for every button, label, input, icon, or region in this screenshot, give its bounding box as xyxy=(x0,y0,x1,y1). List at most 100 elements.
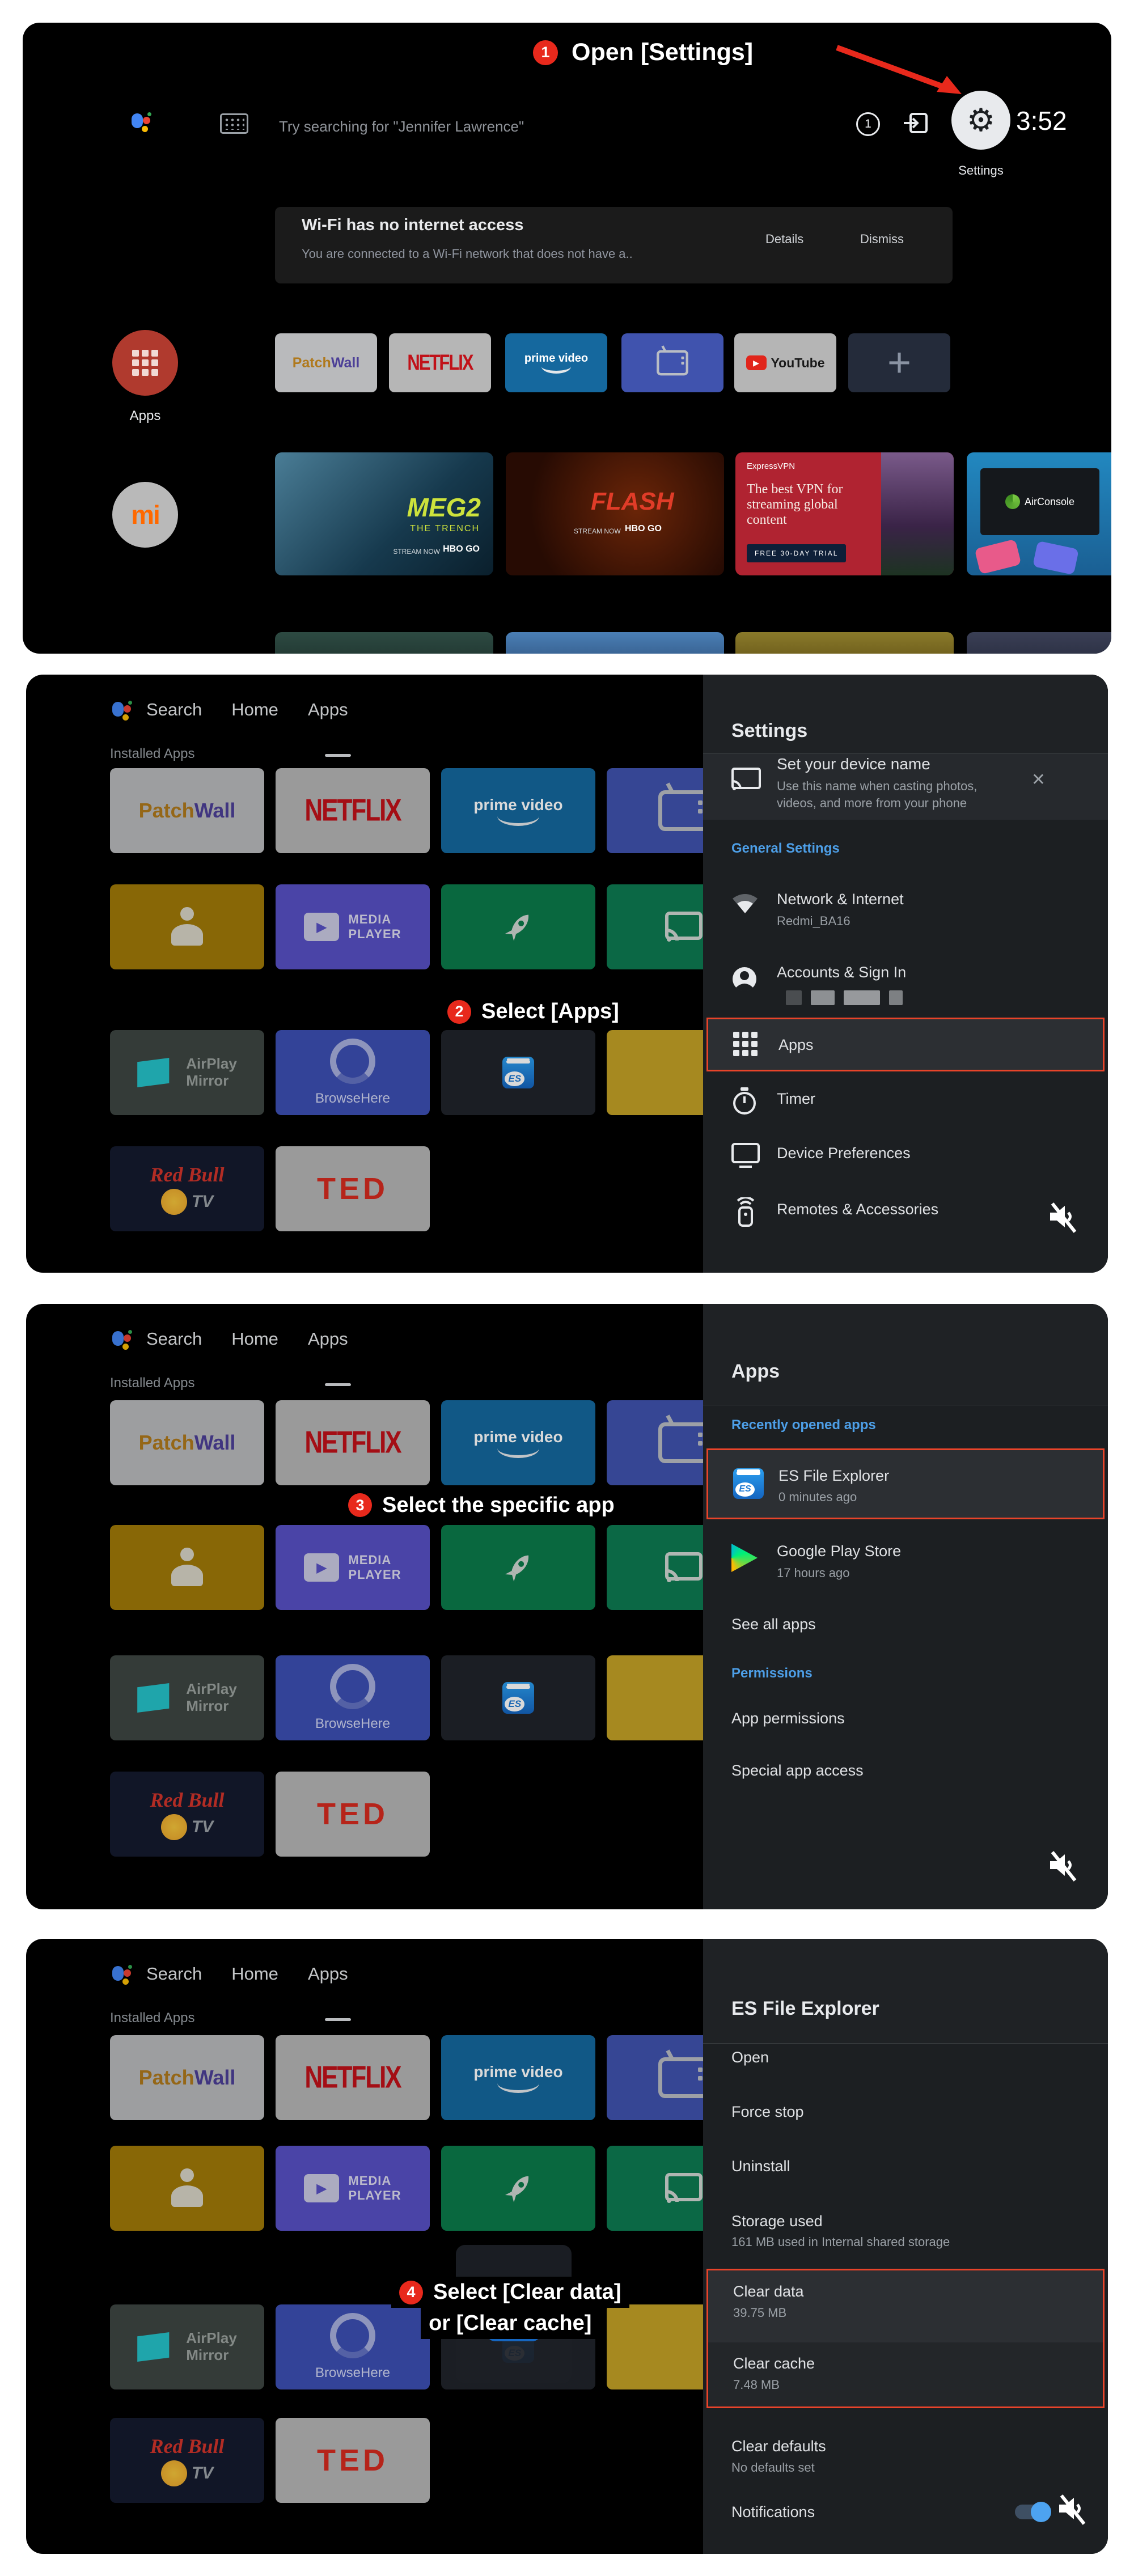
app-tile-netflix[interactable]: NETFLIX xyxy=(276,768,430,853)
app-tile-rocket[interactable] xyxy=(441,884,595,969)
app-tile-airplay[interactable]: AirPlayMirror xyxy=(110,2304,264,2389)
sidebar-item-device-preferences[interactable]: Device Preferences xyxy=(777,1145,911,1162)
banner-flash[interactable]: FLASH STREAM NOW HBO GO xyxy=(506,452,724,575)
gamepad-blue xyxy=(1033,541,1079,575)
step-3-badge: 3 xyxy=(348,1493,372,1517)
card-desc-2: videos, and more from your phone xyxy=(777,796,967,811)
app-tile-rocket[interactable] xyxy=(441,1525,595,1610)
general-settings-section: General Settings xyxy=(731,841,840,857)
app-tile-person[interactable] xyxy=(110,884,264,969)
app-tile-ted[interactable]: TED xyxy=(276,1772,430,1857)
close-icon[interactable]: ✕ xyxy=(1031,770,1046,790)
app-tile-patchwall[interactable]: PatchWall xyxy=(110,1400,264,1485)
mi-channel-button[interactable]: mi xyxy=(112,482,178,548)
sidebar-item-see-all-apps[interactable]: See all apps xyxy=(731,1616,816,1633)
redbull-sun-icon xyxy=(161,2460,187,2486)
app-tile-airplay[interactable]: AirPlayMirror xyxy=(110,1030,264,1115)
app-tile-redbull[interactable]: Red BullTV xyxy=(110,2418,264,2503)
remote-icon xyxy=(736,1197,755,1227)
tv-icon xyxy=(658,2057,709,2098)
app-tile-person[interactable] xyxy=(110,1525,264,1610)
app-tile-netflix[interactable]: NETFLIX xyxy=(276,2035,430,2120)
app-tile-browsehere[interactable]: BrowseHere xyxy=(276,1030,430,1115)
app-tile-prime[interactable]: prime video xyxy=(441,1400,595,1485)
app-tile-media[interactable]: ▶MEDIAPLAYER xyxy=(276,1525,430,1610)
app-tile-airplay[interactable]: AirPlayMirror xyxy=(110,1655,264,1740)
sidebar-item-clear-data[interactable]: Clear data 39.75 MB xyxy=(708,2270,1103,2342)
sidebar-title: ES File Explorer xyxy=(731,1998,879,2020)
app-tile-netflix[interactable]: NETFLIX xyxy=(389,333,491,392)
app-tile-plus[interactable]: + xyxy=(848,333,950,392)
app-tile-media[interactable]: ▶MEDIAPLAYER xyxy=(276,2146,430,2231)
clear-data-cache-highlight: Clear data 39.75 MB Clear cache 7.48 MB xyxy=(706,2269,1105,2408)
app-tile-es[interactable]: ES xyxy=(441,1030,595,1115)
hbo-go-logo: HBO GO xyxy=(443,544,480,554)
sidebar-item-clear-cache[interactable]: Clear cache 7.48 MB xyxy=(708,2342,1103,2406)
recently-opened-section: Recently opened apps xyxy=(731,1417,876,1433)
sidebar-item-remotes[interactable]: Remotes & Accessories xyxy=(777,1201,938,1218)
sidebar-item-network[interactable]: Network & Internet xyxy=(777,891,904,908)
folder-play-icon: ▶ xyxy=(304,913,339,941)
notifications-toggle[interactable] xyxy=(1015,2505,1049,2519)
card-desc-1: Use this name when casting photos, xyxy=(777,779,977,794)
sidebar-item-es-file-explorer[interactable]: ES ES File Explorer 0 minutes ago xyxy=(706,1448,1105,1519)
sidebar-item-uninstall[interactable]: Uninstall xyxy=(731,2158,790,2175)
prime-smile-icon xyxy=(497,1446,539,1458)
sidebar-item-notifications[interactable]: Notifications xyxy=(731,2503,815,2521)
person-icon xyxy=(165,907,209,947)
play-store-subtitle: 17 hours ago xyxy=(777,1566,849,1581)
browsehere-icon xyxy=(330,1039,375,1084)
folder-play-icon: ▶ xyxy=(304,1553,339,1582)
app-tile-tv[interactable] xyxy=(621,333,723,392)
sidebar-header: Apps xyxy=(703,1304,1108,1405)
panel-home-screen: 1 Open [Settings] Try searching for "Jen… xyxy=(23,23,1111,654)
app-tile-es[interactable]: ES xyxy=(441,1655,595,1740)
wifi-icon xyxy=(731,893,759,916)
sidebar-item-apps-highlight[interactable]: Apps xyxy=(706,1018,1105,1071)
sidebar-item-play-store[interactable]: Google Play Store xyxy=(777,1543,901,1560)
sidebar-item-storage-used[interactable]: Storage used xyxy=(731,2213,823,2230)
tutorial-page: 1 Open [Settings] Try searching for "Jen… xyxy=(0,0,1134,2576)
app-tile-prime[interactable]: prime video xyxy=(441,2035,595,2120)
app-tile-rocket[interactable] xyxy=(441,2146,595,2231)
app-tile-prime[interactable]: prime video xyxy=(441,768,595,853)
rocket-icon xyxy=(493,1542,544,1593)
sidebar-header: ES File Explorer xyxy=(703,1939,1108,2044)
app-tile-patchwall[interactable]: PatchWall xyxy=(110,768,264,853)
banner-expressvpn[interactable]: ExpressVPN The best VPN for streaming gl… xyxy=(735,452,954,575)
app-tile-ted[interactable]: TED xyxy=(276,1146,430,1231)
app-tile-redbull[interactable]: Red BullTV xyxy=(110,1146,264,1231)
sidebar-item-clear-defaults[interactable]: Clear defaults xyxy=(731,2438,826,2455)
google-play-icon xyxy=(731,1544,758,1572)
app-tile-youtube[interactable]: ▶YouTube xyxy=(734,333,836,392)
muted-speaker-icon xyxy=(1057,2494,1092,2526)
device-name-card[interactable]: Set your device name Use this name when … xyxy=(703,754,1108,820)
sidebar-item-accounts[interactable]: Accounts & Sign In xyxy=(777,964,906,981)
browsehere-icon xyxy=(330,2313,375,2358)
sidebar-item-app-permissions[interactable]: App permissions xyxy=(731,1710,845,1727)
vpn-cta-button[interactable]: FREE 30-DAY TRIAL xyxy=(747,544,846,562)
sidebar-item-special-app-access[interactable]: Special app access xyxy=(731,1762,864,1780)
app-tile-ted[interactable]: TED xyxy=(276,2418,430,2503)
app-tile-browsehere[interactable]: BrowseHere xyxy=(276,1655,430,1740)
app-tile-prime[interactable]: prime video xyxy=(505,333,607,392)
banner-airconsole[interactable]: AirConsole xyxy=(967,452,1111,575)
app-tile-patchwall[interactable]: PatchWall xyxy=(275,333,377,392)
sidebar-item-open[interactable]: Open xyxy=(731,2049,769,2066)
app-tile-redbull[interactable]: Red BullTV xyxy=(110,1772,264,1857)
app-tile-media[interactable]: ▶MEDIAPLAYER xyxy=(276,884,430,969)
airplay-icon xyxy=(137,1683,178,1713)
annotation-4-line1: Select [Clear data] xyxy=(433,2280,621,2304)
banner-clipped-2 xyxy=(506,632,724,654)
sidebar-item-timer[interactable]: Timer xyxy=(777,1090,815,1108)
banner-meg2[interactable]: MEG2 THE TRENCH STREAM NOW HBO GO xyxy=(275,452,493,575)
es-app-sidebar: ES File Explorer Open Force stop Uninsta… xyxy=(703,1939,1108,2554)
app-tile-patchwall[interactable]: PatchWall xyxy=(110,2035,264,2120)
app-tile-netflix[interactable]: NETFLIX xyxy=(276,1400,430,1485)
vpn-banner-image xyxy=(881,452,954,575)
annotation-4-line2: or [Clear cache] xyxy=(429,2311,591,2336)
airconsole-label: AirConsole xyxy=(1025,496,1074,508)
sidebar-item-force-stop[interactable]: Force stop xyxy=(731,2103,804,2121)
app-tile-person[interactable] xyxy=(110,2146,264,2231)
banner-clipped-1 xyxy=(275,632,493,654)
